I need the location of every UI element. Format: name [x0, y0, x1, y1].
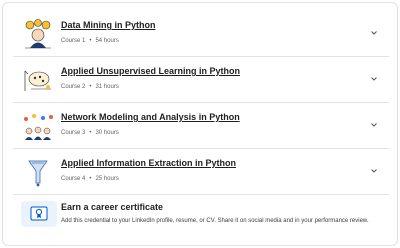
course-duration: 31 hours — [95, 84, 119, 90]
course-title[interactable]: Applied Unsupervised Learning in Python — [61, 66, 240, 76]
chevron-down-icon[interactable] — [369, 74, 379, 84]
course-row-2[interactable]: Applied Unsupervised Learning in Python … — [13, 57, 389, 103]
meta-separator: • — [89, 38, 92, 44]
data-mining-illustration-icon — [25, 19, 51, 49]
information-extraction-illustration-icon — [28, 160, 48, 187]
meta-separator: • — [89, 176, 92, 182]
certificate-title: Earn a career certificate — [61, 202, 164, 212]
course-row-3[interactable]: Network Modeling and Analysis in Python … — [13, 103, 389, 149]
career-certificate-section: Earn a career certificate Add this crede… — [13, 191, 389, 243]
course-duration: 30 hours — [95, 130, 119, 136]
course-duration: 54 hours — [95, 38, 119, 44]
chevron-down-icon[interactable] — [369, 166, 379, 176]
course-number: Course 1 — [61, 38, 86, 44]
course-duration: 25 hours — [95, 176, 119, 182]
course-meta: Course 2 • 31 hours — [61, 84, 119, 90]
certificate-description: Add this credential to your LinkedIn pro… — [61, 218, 369, 224]
chevron-down-icon[interactable] — [369, 120, 379, 130]
course-title[interactable]: Data Mining in Python — [61, 20, 156, 30]
meta-separator: • — [89, 84, 92, 90]
unsupervised-learning-illustration-icon — [24, 70, 51, 91]
course-number: Course 3 — [61, 130, 86, 136]
certificate-icon — [30, 206, 48, 221]
course-number: Course 4 — [61, 176, 86, 182]
course-row-1[interactable]: Data Mining in Python Course 1 • 54 hours — [13, 11, 389, 57]
course-list-card: Data Mining in Python Course 1 • 54 hours … — [2, 2, 398, 246]
network-modeling-illustration-icon — [24, 114, 53, 140]
course-title[interactable]: Network Modeling and Analysis in Python — [61, 112, 240, 122]
course-meta: Course 1 • 54 hours — [61, 38, 119, 44]
course-meta: Course 4 • 25 hours — [61, 176, 119, 182]
chevron-down-icon[interactable] — [369, 28, 379, 38]
course-number: Course 2 — [61, 84, 86, 90]
meta-separator: • — [89, 130, 92, 136]
course-row-4[interactable]: Applied Information Extraction in Python… — [13, 149, 389, 195]
course-meta: Course 3 • 30 hours — [61, 130, 119, 136]
certificate-badge — [21, 201, 57, 227]
course-title[interactable]: Applied Information Extraction in Python — [61, 158, 236, 168]
